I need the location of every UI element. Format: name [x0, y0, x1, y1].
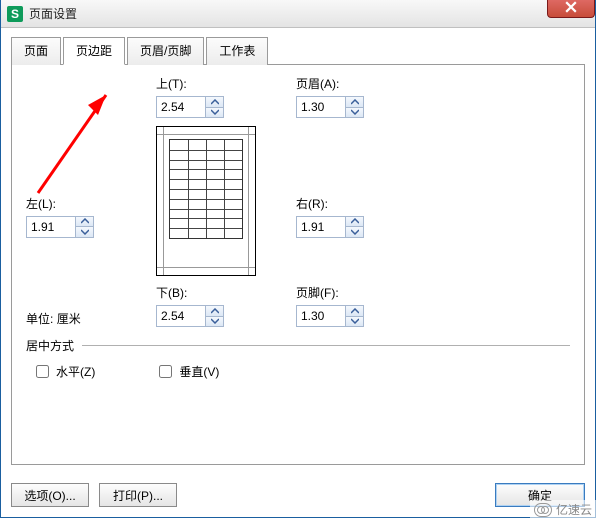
tab-page[interactable]: 页面: [11, 37, 61, 65]
unit-row: 单位: 厘米: [26, 310, 146, 327]
tabstrip: 页面 页边距 页眉/页脚 工作表: [11, 36, 585, 65]
spinner-bottom[interactable]: [156, 305, 224, 327]
watermark: 亿速云: [530, 500, 596, 519]
client-area: 页面 页边距 页眉/页脚 工作表 上(T):: [1, 28, 595, 475]
chevron-up-icon: [81, 218, 89, 224]
chevron-up-icon: [211, 308, 219, 314]
chevron-down-icon: [351, 229, 359, 235]
field-bottom: 下(B):: [156, 284, 286, 327]
spin-up-left[interactable]: [76, 217, 93, 227]
options-button[interactable]: 选项(O)...: [11, 483, 89, 507]
spinner-left[interactable]: [26, 216, 94, 238]
label-top: 上(T):: [156, 75, 286, 92]
page-preview: [156, 126, 256, 276]
tab-sheet[interactable]: 工作表: [206, 37, 268, 65]
check-horizontal[interactable]: 水平(Z): [32, 362, 95, 381]
check-vertical[interactable]: 垂直(V): [155, 362, 219, 381]
input-bottom[interactable]: [157, 306, 205, 326]
app-icon: S: [7, 6, 23, 22]
label-bottom: 下(B):: [156, 284, 286, 301]
spin-down-right[interactable]: [346, 226, 363, 237]
spin-up-header[interactable]: [346, 97, 363, 107]
label-header: 页眉(A):: [296, 75, 426, 92]
chevron-down-icon: [211, 109, 219, 115]
chevron-up-icon: [351, 99, 359, 105]
spin-down-footer[interactable]: [346, 316, 363, 327]
field-footer: 页脚(F):: [296, 284, 426, 327]
chevron-down-icon: [211, 318, 219, 324]
titlebar: S 页面设置: [1, 0, 595, 28]
spin-up-right[interactable]: [346, 217, 363, 227]
input-left[interactable]: [27, 217, 75, 237]
check-vertical-label: 垂直(V): [179, 363, 219, 380]
close-button[interactable]: [547, 0, 595, 18]
field-header: 页眉(A):: [296, 75, 426, 118]
unit-value: 厘米: [57, 312, 81, 326]
check-horizontal-label: 水平(Z): [56, 363, 95, 380]
fieldset-center: 居中方式 水平(Z) 垂直(V): [26, 337, 570, 381]
spin-up-footer[interactable]: [346, 306, 363, 316]
tab-panel-margins: 上(T): 页眉(A):: [11, 65, 585, 465]
spinner-right[interactable]: [296, 216, 364, 238]
chevron-down-icon: [81, 229, 89, 235]
print-button[interactable]: 打印(P)...: [99, 483, 177, 507]
spin-up-top[interactable]: [206, 97, 223, 107]
spin-up-bottom[interactable]: [206, 306, 223, 316]
watermark-icon: [534, 503, 552, 517]
spin-down-bottom[interactable]: [206, 316, 223, 327]
unit-label: 单位:: [26, 312, 53, 326]
spinner-top[interactable]: [156, 96, 224, 118]
tab-header-footer[interactable]: 页眉/页脚: [127, 37, 204, 65]
chevron-down-icon: [351, 109, 359, 115]
window-title: 页面设置: [29, 5, 77, 22]
chevron-up-icon: [351, 308, 359, 314]
close-icon: [565, 1, 577, 13]
spin-down-header[interactable]: [346, 107, 363, 118]
field-left: 左(L):: [26, 195, 146, 238]
spin-down-left[interactable]: [76, 226, 93, 237]
input-header[interactable]: [297, 97, 345, 117]
watermark-text: 亿速云: [556, 501, 592, 518]
chevron-down-icon: [351, 318, 359, 324]
tab-margins[interactable]: 页边距: [63, 37, 125, 65]
input-top[interactable]: [157, 97, 205, 117]
input-footer[interactable]: [297, 306, 345, 326]
page-setup-dialog: S 页面设置 页面 页边距 页眉/页脚 工作表 上(T):: [0, 0, 596, 518]
input-right[interactable]: [297, 217, 345, 237]
checkbox-vertical[interactable]: [159, 365, 172, 378]
spinner-header[interactable]: [296, 96, 364, 118]
chevron-up-icon: [351, 218, 359, 224]
checkbox-horizontal[interactable]: [36, 365, 49, 378]
legend-center: 居中方式: [26, 339, 80, 353]
label-left: 左(L):: [26, 195, 146, 212]
label-footer: 页脚(F):: [296, 284, 426, 301]
field-right: 右(R):: [296, 195, 426, 238]
field-top: 上(T):: [156, 75, 286, 118]
chevron-up-icon: [211, 99, 219, 105]
spin-down-top[interactable]: [206, 107, 223, 118]
label-right: 右(R):: [296, 195, 426, 212]
spinner-footer[interactable]: [296, 305, 364, 327]
button-bar: 选项(O)... 打印(P)... 确定: [1, 475, 595, 517]
